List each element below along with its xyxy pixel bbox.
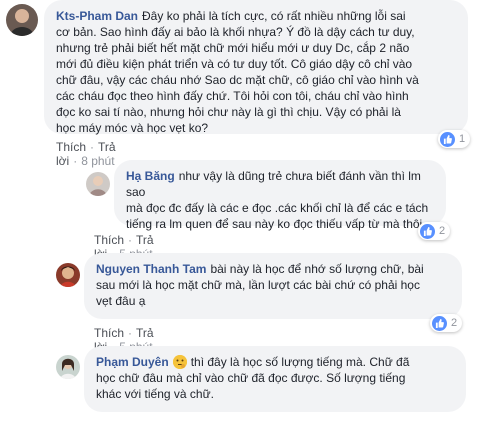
like-icon: [440, 131, 455, 147]
comment-bubble: Nguyen Thanh Tam bài này là học để nhớ số…: [84, 253, 462, 319]
avatar[interactable]: [86, 172, 110, 196]
comment-bubble: Kts-Pham Dan Đây ko phải là tích cực, có …: [44, 0, 468, 135]
comment-actions: Thích · Trả lời · 8 phút: [56, 140, 116, 168]
comment-text-line: bài này là học để nhớ số lượng chữ, bài: [210, 262, 424, 276]
comment-author[interactable]: Phạm Duyên: [96, 355, 169, 369]
like-link[interactable]: Thích: [94, 233, 124, 247]
comment-text-line: tiếng ra lm quen để sau này ko đọc thiếu…: [126, 217, 423, 231]
comment-text-line: đọc ko sai tí nào, nhưng hỏi chư này là …: [56, 105, 401, 119]
reaction-count: 1: [459, 133, 466, 145]
comment-text-line: học chữ đâu mà chỉ vào chữ đã đọc được. …: [96, 371, 406, 385]
comment-text-line: mới đủ điều kiện phát triển và có tư duy…: [56, 57, 413, 71]
comment-text-line: các cháu đọc theo hình đấy chứ. Tôi hỏi …: [56, 89, 409, 103]
comment-author[interactable]: Nguyen Thanh Tam: [96, 262, 206, 276]
comment-text-line: cơ bản. Sao hình đấy ai bảo là khối nhựa…: [56, 25, 415, 39]
reaction-count: 2: [439, 225, 446, 237]
like-icon: [432, 315, 447, 331]
reaction-summary[interactable]: 2: [418, 222, 451, 240]
avatar[interactable]: [6, 4, 38, 36]
like-link[interactable]: Thích: [56, 140, 86, 154]
comment-text-line: Đây ko phải là tích cực, có rất nhiều nh…: [142, 9, 406, 23]
avatar[interactable]: [56, 355, 80, 379]
comment-bubble: Phạm Duyên thì đây là học số lượng tiếng …: [84, 346, 466, 412]
comment-bubble: Hạ Băng như vậy là dũng trẻ chưa biết đán…: [114, 160, 446, 231]
comment-text-line: khác với tiếng và chữ.: [96, 387, 214, 401]
comment-author[interactable]: Hạ Băng: [126, 169, 175, 183]
like-icon: [420, 223, 435, 239]
avatar[interactable]: [56, 263, 80, 287]
comment-text-line: thì đây là học số lượng tiếng mà. Chữ đã: [190, 355, 410, 369]
thinking-emoji-icon: [172, 355, 187, 369]
comment-text-line: nhưng trẻ phải biết hết mặt chữ mới hiểu…: [56, 41, 410, 55]
comment-text-line: học máy móc và học vẹt ko?: [56, 121, 209, 135]
reaction-summary[interactable]: 2: [430, 314, 463, 332]
comment-text-line: sau mới là học mặt chữ mà, lần lượt các …: [96, 278, 420, 292]
reaction-count: 2: [451, 317, 458, 329]
comment-text-line: mà đọc đc đấy là các e đọc .các khối chỉ…: [126, 201, 429, 215]
comment-text-line: vẹt đâu ạ: [96, 294, 146, 308]
comment-text-line: chữ đâu, vậy các cháu nhớ Sao dc mặt chữ…: [56, 73, 419, 87]
timestamp[interactable]: 8 phút: [81, 154, 114, 168]
like-link[interactable]: Thích: [94, 326, 124, 340]
reaction-summary[interactable]: 1: [438, 130, 471, 148]
comment-author[interactable]: Kts-Pham Dan: [56, 9, 138, 23]
